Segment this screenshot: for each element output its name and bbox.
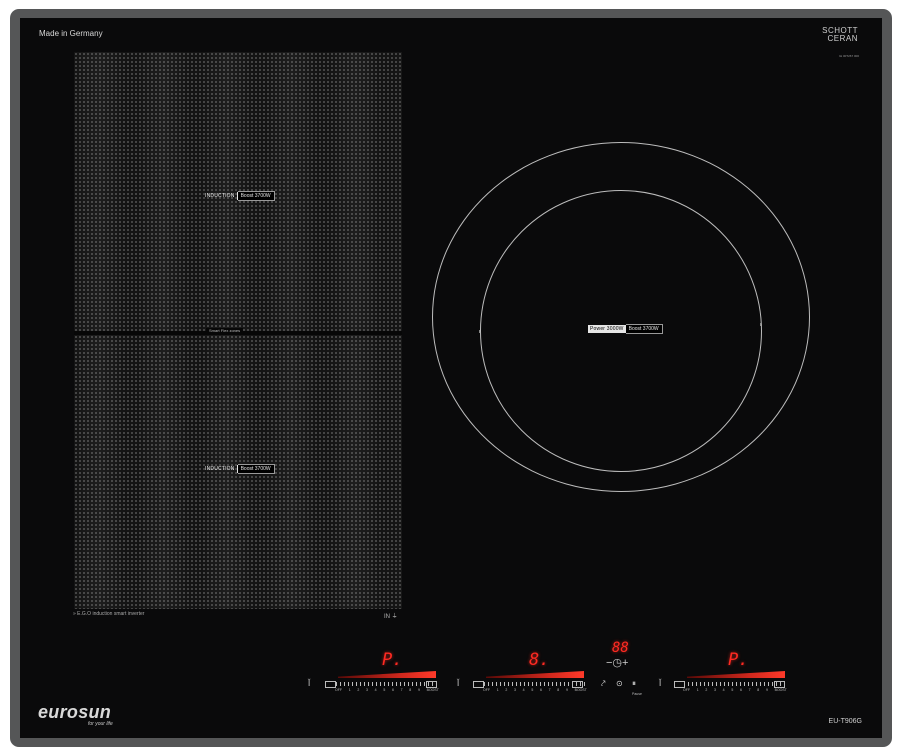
scale-number: 1 (348, 688, 351, 692)
made-in-label: Made in Germany (39, 29, 103, 38)
pause-label: Pause (632, 692, 642, 696)
scale-number: 2 (705, 688, 708, 692)
power-label: Power 3000W (588, 325, 626, 333)
brand-logo: eurosun (38, 702, 112, 722)
flex-icon[interactable] (674, 681, 685, 688)
scale-number: BOOST (426, 688, 439, 692)
left-slider-scale (336, 682, 438, 686)
scale-number: 6 (539, 688, 542, 692)
glass-brand-mark: SCHOTT CERAN (822, 27, 858, 43)
scale-number: OFF (483, 688, 490, 692)
zone-tick-left (479, 330, 483, 333)
in-label: IN ⏚ (384, 611, 398, 620)
scale-number: 4 (522, 688, 525, 692)
left-scale-numbers: OFF 1 2 3 4 5 6 7 8 9 BOOST (335, 688, 439, 692)
scale-number: 9 (765, 688, 768, 692)
eco-inverter-text: E.G.O induction smart inverter (77, 611, 145, 617)
left-zone-display: P. (382, 650, 403, 670)
induction-icon: ⏚ (391, 614, 398, 620)
timer-display: 88 (612, 640, 629, 656)
scale-number: 6 (739, 688, 742, 692)
scale-number: 3 (714, 688, 716, 692)
scale-number: 7 (548, 688, 551, 692)
scale-number: 9 (565, 688, 568, 692)
scale-number: 7 (400, 688, 403, 692)
scale-number: 9 (417, 688, 420, 692)
scale-number: 8 (757, 688, 760, 692)
zone-select-icon[interactable]: Ĭ (659, 680, 661, 688)
brand-slogan: for your life (88, 721, 113, 727)
middle-zone-display: 8. (529, 650, 550, 670)
scale-number: OFF (335, 688, 342, 692)
flex-icon[interactable] (473, 681, 484, 688)
scale-number: 5 (383, 688, 386, 692)
scale-number: 4 (374, 688, 377, 692)
zone-select-icon[interactable]: Ĭ (308, 680, 310, 688)
scale-number: 3 (366, 688, 368, 692)
induction-label: INDUCTION (203, 192, 238, 200)
boost-label: Boost 3700W (237, 191, 275, 201)
glass-brand-line2: CERAN (827, 34, 858, 43)
scale-number: 6 (391, 688, 394, 692)
pause-icon[interactable]: ⏸ (632, 680, 636, 688)
scale-number: 8 (557, 688, 560, 692)
zone-bottom-badge: INDUCTION Boost 3700W (203, 464, 275, 474)
boost-icon[interactable] (572, 681, 583, 688)
scale-number: 4 (722, 688, 725, 692)
round-zone-badge: Power 3000W Boost 3700W (588, 324, 663, 334)
zone-tick-right (760, 323, 764, 326)
right-scale-numbers: OFF 1 2 3 4 5 6 7 8 9 BOOST (683, 688, 787, 692)
scale-number: 2 (357, 688, 360, 692)
bridge-label: Smart Flex zones (206, 328, 244, 333)
boost-label: Boost 3700W (237, 464, 275, 474)
serial-label: IH 00T267 000 (839, 54, 859, 58)
eco-inverter-label: » E.G.O induction smart inverter (73, 611, 145, 617)
right-slider-scale (684, 682, 786, 686)
boost-label: Boost 3700W (625, 324, 663, 334)
stopwatch-icon[interactable]: ⊙ (616, 680, 623, 688)
scale-number: 5 (731, 688, 734, 692)
boost-icon[interactable] (774, 681, 785, 688)
scale-number: 1 (496, 688, 499, 692)
in-text: IN (384, 614, 390, 620)
scale-number: 8 (409, 688, 412, 692)
middle-slider-scale (484, 682, 586, 686)
zone-top-badge: INDUCTION Boost 3700W (203, 191, 275, 201)
flex-icon[interactable] (325, 681, 336, 688)
induction-label: INDUCTION (203, 465, 238, 473)
boost-icon[interactable] (426, 681, 437, 688)
right-zone-display: P. (728, 650, 749, 670)
model-label: EU-T906G (828, 718, 862, 725)
middle-scale-numbers: OFF 1 2 3 4 5 6 7 8 9 BOOST (483, 688, 587, 692)
timer-controls[interactable]: −◷+ (606, 658, 628, 669)
zone-select-icon[interactable]: Ĭ (457, 680, 459, 688)
scale-number: BOOST (774, 688, 787, 692)
scale-number: BOOST (574, 688, 587, 692)
keep-warm-icon[interactable]: ⤤ (601, 680, 606, 688)
scale-number: 3 (514, 688, 516, 692)
scale-number: OFF (683, 688, 690, 692)
scale-number: 1 (696, 688, 699, 692)
scale-number: 5 (531, 688, 534, 692)
scale-number: 2 (505, 688, 508, 692)
scale-number: 7 (748, 688, 751, 692)
